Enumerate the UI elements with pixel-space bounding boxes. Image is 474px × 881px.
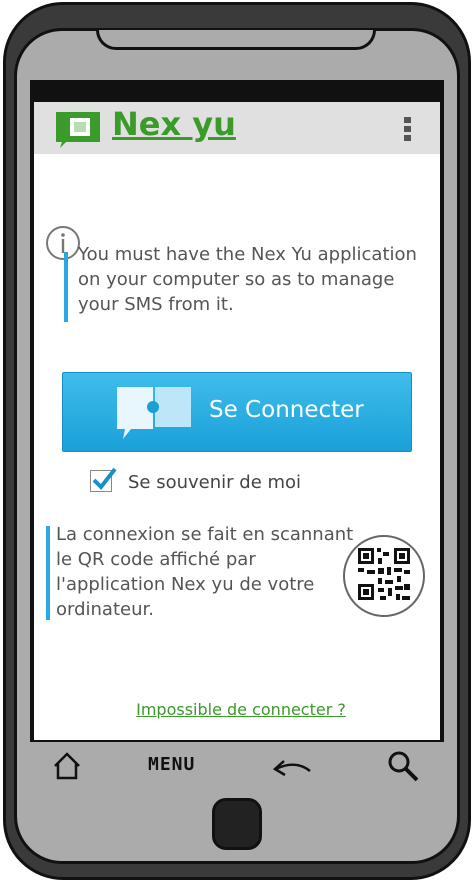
app-logo-icon (56, 112, 100, 148)
qr-code-icon (343, 535, 425, 617)
info-text: You must have the Nex Yu application on … (78, 244, 417, 315)
info-icon (46, 226, 80, 260)
app-screen: Nex yu You must have the Nex Yu applicat… (34, 102, 440, 740)
search-icon[interactable] (386, 748, 420, 784)
back-arrow-icon[interactable] (270, 748, 314, 784)
status-bar (30, 80, 444, 102)
cannot-connect-link[interactable]: Impossible de connecter ? (34, 700, 440, 719)
connect-button[interactable]: Se Connecter (62, 372, 412, 452)
action-bar: Nex yu (34, 102, 440, 154)
puzzle-chat-icon (117, 387, 191, 439)
info-accent-bar (64, 252, 68, 322)
connect-button-label: Se Connecter (209, 397, 364, 423)
remember-me-checkbox[interactable] (90, 467, 117, 492)
hardware-home-button[interactable] (212, 798, 262, 850)
phone-speaker (96, 30, 376, 50)
qr-info-text: La connexion se fait en scannant le QR c… (56, 524, 354, 620)
remember-me-label: Se souvenir de moi (128, 472, 302, 493)
qr-info-block: La connexion se fait en scannant le QR c… (46, 524, 436, 622)
qr-accent-bar (46, 526, 50, 620)
app-title: Nex yu (112, 105, 236, 143)
home-icon[interactable] (52, 748, 82, 784)
menu-button[interactable]: MENU (148, 754, 195, 790)
check-icon (92, 467, 117, 491)
overflow-menu-icon[interactable] (404, 117, 412, 143)
